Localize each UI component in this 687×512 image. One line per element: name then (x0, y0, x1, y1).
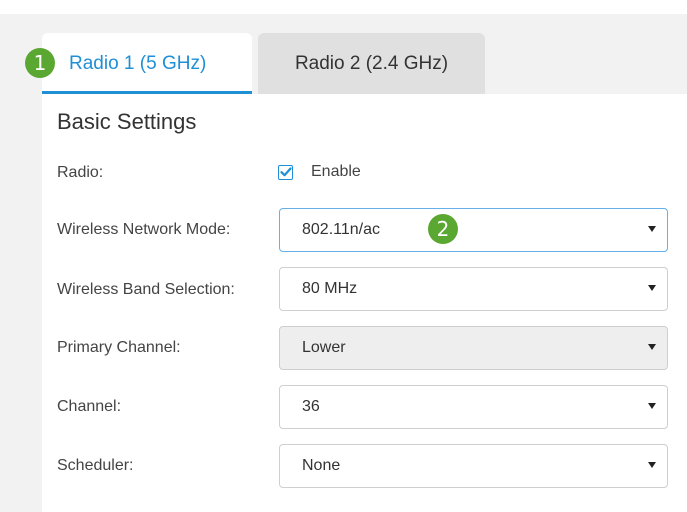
tab-radio-2-label: Radio 2 (2.4 GHz) (294, 52, 449, 74)
primary-channel-label: Primary Channel: (57, 339, 181, 356)
primary-channel-select[interactable]: Lower (279, 326, 668, 370)
scheduler-label: Scheduler: (57, 457, 134, 474)
radio-enable-checkbox[interactable] (278, 164, 293, 180)
wireless-network-mode-select[interactable]: 802.11n/ac (279, 208, 668, 252)
channel-label: Channel: (57, 398, 122, 415)
channel-select[interactable]: 36 (279, 385, 668, 429)
tab-radio-1[interactable]: Radio 1 (5 GHz) (42, 33, 252, 94)
radio-enable-label: Enable (311, 163, 361, 180)
wireless-network-mode-value: 802.11n/ac (302, 221, 380, 238)
channel-value: 36 (302, 398, 320, 415)
section-title: Basic Settings (57, 109, 197, 134)
top-strip (0, 0, 687, 14)
scheduler-select[interactable]: None (279, 444, 668, 488)
wireless-network-mode-label: Wireless Network Mode: (57, 221, 231, 238)
wireless-band-selection-select[interactable]: 80 MHz (279, 267, 668, 311)
checkmark-icon (280, 166, 292, 176)
step-badge-1: 1 (25, 48, 55, 78)
radio-label: Radio: (57, 164, 104, 181)
caret-down-icon (648, 403, 656, 409)
caret-down-icon (648, 462, 656, 468)
caret-down-icon (648, 344, 656, 350)
step-badge-2: 2 (428, 214, 458, 244)
radio-enable-toggle[interactable]: Enable (278, 163, 361, 181)
caret-down-icon (648, 285, 656, 291)
wireless-band-selection-label: Wireless Band Selection: (57, 281, 235, 298)
caret-down-icon (648, 226, 656, 232)
tab-radio-1-label: Radio 1 (5 GHz) (69, 52, 207, 74)
tab-radio-2[interactable]: Radio 2 (2.4 GHz) (258, 33, 485, 94)
scheduler-value: None (302, 457, 341, 474)
primary-channel-value: Lower (302, 339, 346, 356)
wireless-band-selection-value: 80 MHz (302, 280, 358, 297)
